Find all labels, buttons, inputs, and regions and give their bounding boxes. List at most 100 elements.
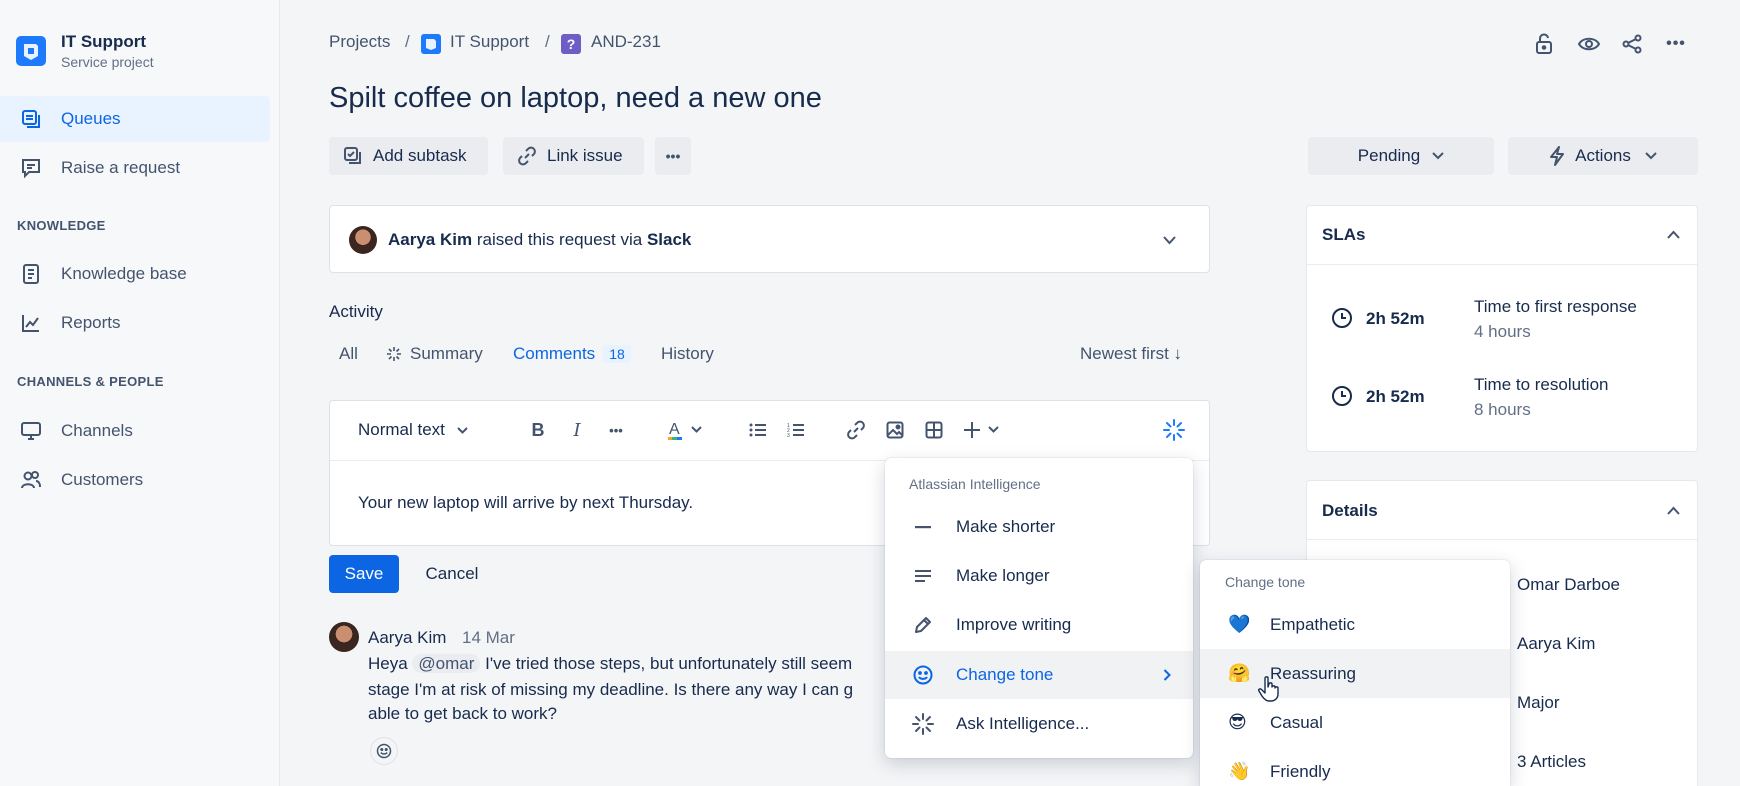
insert-plus-icon[interactable] — [962, 417, 1006, 443]
save-button[interactable]: Save — [329, 555, 399, 593]
request-card[interactable]: Aarya Kim raised this request via Slack — [329, 205, 1210, 273]
clock-icon — [1331, 385, 1353, 407]
menu-item-change-tone[interactable]: Change tone — [885, 651, 1193, 699]
sidebar-item-reports[interactable]: Reports — [0, 300, 270, 346]
menu-item-make-longer[interactable]: Make longer — [885, 552, 1193, 600]
cancel-button[interactable]: Cancel — [410, 555, 494, 593]
more-formatting-icon[interactable]: ••• — [604, 417, 628, 443]
tone-item-friendly[interactable]: 👋 Friendly — [1200, 747, 1510, 786]
book-icon — [20, 263, 42, 285]
sort-order-button[interactable]: Newest first ↓ — [1080, 344, 1182, 364]
breadcrumb-issue-key[interactable]: AND-231 — [591, 32, 661, 52]
bold-icon[interactable]: B — [528, 417, 548, 443]
detail-reporter-value[interactable]: Aarya Kim — [1517, 634, 1595, 654]
chevron-up-icon[interactable] — [1667, 230, 1680, 239]
add-subtask-button[interactable]: Add subtask — [329, 137, 488, 175]
speech-bubble-icon — [20, 157, 42, 179]
activity-heading: Activity — [329, 302, 383, 321]
sidebar-item-label: Knowledge base — [61, 264, 187, 283]
add-reaction-icon[interactable] — [370, 737, 398, 765]
slas-heading: SLAs — [1322, 225, 1366, 244]
people-icon — [20, 469, 42, 491]
text-style-dropdown[interactable]: Normal text — [358, 417, 468, 443]
status-pending-dropdown[interactable]: Pending — [1308, 137, 1494, 175]
requester-name[interactable]: Aarya Kim — [388, 230, 472, 249]
link-icon — [517, 146, 537, 166]
sidebar-item-raise-request[interactable]: Raise a request — [0, 145, 270, 191]
link-icon[interactable] — [845, 417, 867, 443]
sparkle-icon — [911, 713, 935, 735]
waving-hand-icon: 👋 — [1228, 761, 1251, 781]
tab-all[interactable]: All — [339, 344, 358, 364]
detail-priority-value[interactable]: Major — [1517, 693, 1560, 713]
mention[interactable]: @omar — [412, 654, 481, 673]
sidebar-item-queues[interactable]: Queues — [0, 96, 270, 142]
tone-item-empathetic[interactable]: 💙 Empathetic — [1200, 600, 1510, 649]
sidebar-item-knowledge-base[interactable]: Knowledge base — [0, 251, 270, 297]
tab-comments[interactable]: Comments 18 — [513, 344, 631, 364]
sidebar: IT Support Service project Queues Raise … — [0, 0, 280, 786]
sidebar-item-label: Reports — [61, 313, 121, 332]
breadcrumb-projects[interactable]: Projects — [329, 32, 390, 52]
unlock-icon[interactable] — [1530, 30, 1558, 58]
tab-summary[interactable]: Summary — [386, 344, 483, 364]
image-icon[interactable] — [884, 417, 906, 443]
panel-divider — [1307, 539, 1697, 540]
text-color-icon[interactable]: A — [665, 417, 709, 443]
sparkle-icon — [386, 346, 402, 362]
question-icon: ? — [561, 34, 581, 54]
detail-articles-value[interactable]: 3 Articles — [1517, 752, 1586, 772]
menu-item-make-shorter[interactable]: Make shorter — [885, 503, 1193, 551]
sla-time: 2h 52m — [1366, 309, 1425, 328]
lines-icon — [911, 569, 935, 583]
menu-item-improve-writing[interactable]: Improve writing — [885, 601, 1193, 649]
sla-time: 2h 52m — [1366, 387, 1425, 406]
share-icon[interactable] — [1618, 30, 1646, 58]
breadcrumb-project[interactable]: IT Support — [450, 32, 529, 52]
sla-name: Time to first response — [1474, 297, 1637, 316]
comment-author[interactable]: Aarya Kim — [368, 628, 446, 648]
monitor-icon — [20, 420, 42, 442]
queues-icon — [20, 108, 42, 130]
comments-count-badge: 18 — [603, 345, 631, 363]
watch-eye-icon[interactable] — [1575, 30, 1603, 58]
comment-line-2: stage I'm at risk of missing my deadline… — [368, 680, 854, 699]
ai-sparkle-icon[interactable] — [1161, 417, 1187, 443]
tone-item-casual[interactable]: 😎 Casual — [1200, 698, 1510, 747]
sla-target: 8 hours — [1474, 400, 1531, 419]
hand-cursor-icon — [1258, 676, 1280, 702]
bullet-list-icon[interactable] — [748, 417, 768, 443]
section-knowledge: KNOWLEDGE — [17, 218, 106, 233]
chevron-down-icon — [1432, 152, 1444, 160]
chevron-up-icon[interactable] — [1667, 506, 1680, 515]
sidebar-item-customers[interactable]: Customers — [0, 457, 270, 503]
menu-item-ask-intelligence[interactable]: Ask Intelligence... — [885, 700, 1193, 748]
link-issue-button[interactable]: Link issue — [503, 137, 644, 175]
sidebar-item-label: Customers — [61, 470, 144, 489]
blue-heart-icon: 💙 — [1228, 614, 1251, 634]
chevron-down-icon[interactable] — [1163, 236, 1176, 245]
smiley-icon — [911, 665, 935, 685]
issue-title[interactable]: Spilt coffee on laptop, need a new one — [329, 82, 822, 115]
chart-icon — [20, 312, 42, 334]
tab-history[interactable]: History — [661, 344, 714, 364]
project-icon — [421, 34, 441, 54]
comment-date: 14 Mar — [462, 628, 515, 647]
more-actions-button[interactable]: ••• — [655, 137, 691, 175]
avatar — [349, 226, 377, 254]
actions-dropdown[interactable]: Actions — [1508, 137, 1698, 175]
clock-icon — [1331, 307, 1353, 329]
sidebar-item-channels[interactable]: Channels — [0, 408, 270, 454]
italic-icon[interactable]: I — [567, 417, 587, 443]
numbered-list-icon[interactable]: 123 — [786, 417, 806, 443]
more-options-icon[interactable]: ••• — [1662, 30, 1690, 58]
chevron-down-icon — [1645, 152, 1657, 160]
tone-item-reassuring[interactable]: 🤗 Reassuring — [1200, 649, 1510, 698]
svg-text:3: 3 — [787, 433, 790, 438]
table-icon[interactable] — [923, 417, 945, 443]
project-title[interactable]: IT Support — [61, 32, 146, 52]
project-logo-icon[interactable] — [16, 36, 46, 66]
editor-content[interactable]: Your new laptop will arrive by next Thur… — [358, 493, 693, 513]
detail-assignee-value[interactable]: Omar Darboe — [1517, 575, 1620, 595]
sidebar-item-label: Channels — [61, 421, 133, 440]
